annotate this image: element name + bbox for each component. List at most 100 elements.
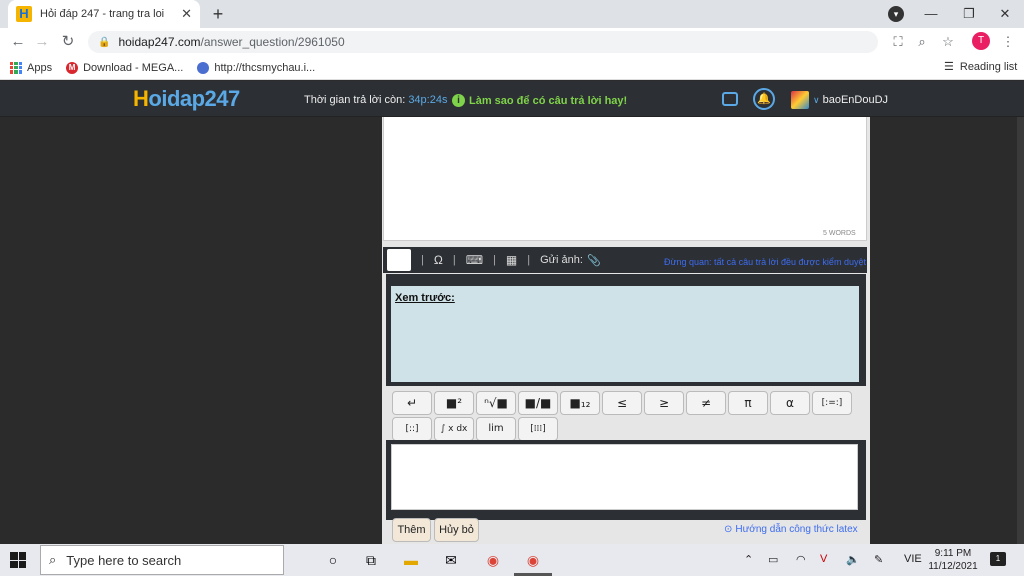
draw-icon[interactable]: ▦ — [506, 253, 517, 267]
code-icon[interactable]: ⌨ — [466, 253, 483, 267]
latex-guide-link[interactable]: ⊙ Hướng dẫn công thức latex — [724, 524, 858, 535]
volume-icon[interactable]: 🔈 — [846, 553, 860, 566]
cancel-button[interactable]: Hủy bỏ — [434, 518, 479, 542]
minimize-button[interactable]: — — [912, 0, 950, 28]
preview-label: Xem trước: — [395, 292, 455, 304]
review-note: Đừng quan: tất cả câu trả lời đều được k… — [664, 257, 866, 267]
search-icon: ⌕ — [49, 552, 57, 567]
close-tab-icon[interactable]: ✕ — [181, 6, 192, 22]
profile-avatar[interactable]: T — [972, 32, 990, 50]
add-button[interactable]: Thêm — [392, 518, 431, 542]
key-pi[interactable]: π — [728, 391, 768, 415]
formula-tab-button[interactable] — [387, 249, 411, 271]
taskbar-search[interactable]: ⌕ Type here to search — [40, 545, 284, 575]
menu-kebab-icon[interactable]: ⋮ — [998, 33, 1018, 51]
reading-list-icon: ☰ — [944, 61, 954, 73]
url-host: hoidap247.com — [118, 35, 201, 49]
upload-image-button[interactable]: Gửi ảnh: 📎 — [540, 254, 601, 267]
unikey-icon[interactable]: V — [820, 553, 827, 565]
divider: | — [421, 254, 424, 266]
key-integral[interactable]: ∫ x dx — [434, 417, 474, 441]
bookmark-label: Apps — [27, 61, 53, 74]
bookmark-label: http://thcsmychau.i... — [214, 61, 316, 74]
key-enter[interactable]: ↵ — [392, 391, 432, 415]
taskbar-clock[interactable]: 9:11 PM 11/12/2021 — [928, 547, 978, 573]
preview-box: Xem trước: — [391, 286, 859, 382]
apps-grid-icon — [10, 61, 22, 74]
search-placeholder: Type here to search — [66, 552, 182, 568]
wifi-icon[interactable]: ◠ — [796, 553, 806, 566]
key-subscript[interactable]: ■₁₂ — [560, 391, 600, 415]
new-tab-button[interactable]: + — [208, 4, 228, 24]
forward-button[interactable]: → — [32, 32, 52, 52]
url-path: /answer_question/2961050 — [200, 35, 345, 49]
cortana-icon[interactable]: ○ — [322, 549, 344, 571]
paperclip-icon: 📎 — [586, 254, 601, 267]
key-alpha[interactable]: α — [770, 391, 810, 415]
key-root[interactable]: ⁿ√■ — [476, 391, 516, 415]
mail-icon[interactable]: ✉ — [440, 549, 462, 571]
battery-icon[interactable]: ▭ — [768, 553, 778, 566]
divider: | — [493, 254, 496, 266]
pen-icon[interactable]: ✎ — [874, 553, 883, 566]
key-matrix-bracket[interactable]: [::] — [392, 417, 432, 441]
key-neq[interactable]: ≠ — [686, 391, 726, 415]
bookmark-star-icon[interactable]: ☆ — [938, 33, 958, 51]
key-geq[interactable]: ≥ — [644, 391, 684, 415]
word-count: 5 WORDS — [823, 230, 856, 237]
key-leq[interactable]: ≤ — [602, 391, 642, 415]
bookmarks-bar: Apps M Download - MEGA... http://thcsmyc… — [0, 56, 1024, 80]
key-fraction[interactable]: ■/■ — [518, 391, 558, 415]
chrome-profile-icon[interactable]: ◉ — [482, 549, 504, 571]
divider: | — [527, 254, 531, 266]
chevron-down-icon: ∨ — [813, 95, 820, 105]
windows-start-icon[interactable] — [10, 552, 26, 568]
bookmark-label: Download - MEGA... — [83, 61, 184, 74]
clock-time: 9:11 PM — [934, 548, 972, 559]
latex-input[interactable] — [391, 444, 858, 510]
key-power[interactable]: ■² — [434, 391, 474, 415]
close-window-button[interactable]: ✕ — [986, 0, 1024, 28]
timer-value: 34p:24s — [408, 94, 448, 106]
timer-label: Thời gian trả lời còn: — [304, 94, 409, 106]
answer-timer: Thời gian trả lời còn: 34p:24s — [304, 94, 447, 106]
key-limit[interactable]: lim — [476, 417, 516, 441]
key-matrix[interactable]: [⁞⁞⁞] — [518, 417, 558, 441]
reading-list-label: Reading list — [959, 60, 1018, 73]
site-logo[interactable]: Hoidap247 — [133, 86, 240, 112]
page-scrollbar[interactable] — [1017, 117, 1024, 544]
answer-editor[interactable] — [383, 117, 867, 241]
restore-button[interactable]: ❐ — [950, 0, 988, 28]
notification-center-icon[interactable]: 1 — [990, 552, 1006, 566]
back-button[interactable]: ← — [8, 32, 28, 52]
info-icon: i — [452, 94, 465, 107]
tip-link[interactable]: i Làm sao để có câu trả lời hay! — [452, 94, 627, 107]
tip-text: Làm sao để có câu trả lời hay! — [469, 94, 628, 107]
bookmark-thcs[interactable]: http://thcsmychau.i... — [197, 61, 316, 74]
omega-icon[interactable]: Ω — [434, 253, 443, 267]
language-indicator[interactable]: VIE — [904, 553, 922, 565]
key-system[interactable]: [:=:] — [812, 391, 852, 415]
clock-date: 11/12/2021 — [928, 561, 978, 572]
zoom-icon[interactable]: ⌕ — [912, 33, 932, 51]
lock-icon: 🔒 — [98, 36, 111, 48]
username[interactable]: ∨ baoEnDouDJ — [813, 94, 888, 106]
user-avatar[interactable] — [791, 91, 809, 109]
chrome-icon[interactable]: ◉ — [522, 549, 544, 571]
bookmark-apps[interactable]: Apps — [10, 61, 53, 74]
bookmark-mega[interactable]: M Download - MEGA... — [66, 61, 184, 74]
latex-guide-label: Hướng dẫn công thức latex — [735, 524, 858, 535]
reload-button[interactable]: ↻ — [58, 32, 78, 52]
chat-icon[interactable] — [722, 92, 738, 106]
divider: | — [452, 254, 456, 266]
file-explorer-icon[interactable]: ▬ — [400, 549, 422, 571]
upload-label: Gửi ảnh: — [540, 254, 583, 266]
browser-tab[interactable]: H Hỏi đáp 247 - trang tra loi ✕ — [8, 0, 200, 28]
tray-chevron-icon[interactable]: ⌃ — [744, 553, 753, 566]
task-view-icon[interactable]: ⧉ — [360, 549, 382, 571]
tab-search-icon[interactable]: ▾ — [888, 6, 904, 22]
translate-icon[interactable]: ⛶ — [888, 33, 908, 51]
address-bar[interactable]: 🔒 hoidap247.com/answer_question/2961050 — [88, 31, 878, 53]
reading-list-button[interactable]: ☰ Reading list — [944, 60, 1018, 74]
bell-icon[interactable]: 🔔 — [753, 88, 775, 110]
